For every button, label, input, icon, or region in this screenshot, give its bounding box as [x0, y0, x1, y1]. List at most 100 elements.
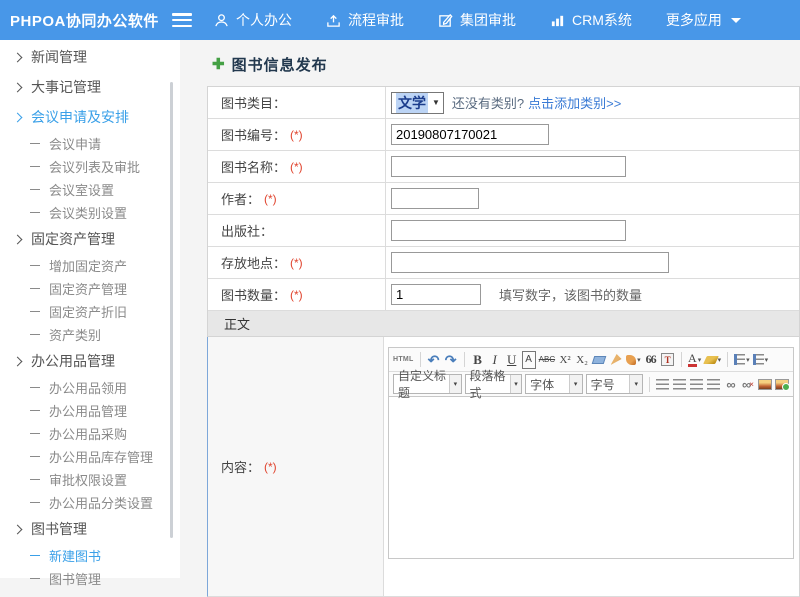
field-label: 作者： [221, 189, 260, 208]
quantity-input[interactable] [391, 284, 481, 305]
sidebar-item-meeting-room[interactable]: 会议室设置 [0, 178, 180, 201]
undo-icon[interactable]: ↶ [427, 351, 441, 369]
custom-title-select[interactable]: 自定义标题 ▾ [393, 374, 462, 394]
unordered-list-icon[interactable]: ▾ [753, 351, 769, 369]
topnav-crm[interactable]: CRM系统 [550, 10, 632, 30]
field-label: 存放地点： [221, 253, 286, 272]
paste-from-word-icon[interactable]: T [661, 351, 675, 369]
sidebar-item-supplies-manage[interactable]: 办公用品管理 [0, 399, 180, 422]
add-category-link[interactable]: 点击添加类别>> [528, 93, 621, 112]
menu-toggle-icon[interactable] [172, 13, 192, 27]
sidebar-item-approval-permission[interactable]: 审批权限设置 [0, 468, 180, 491]
sidebar-item-asset-manage[interactable]: 固定资产管理 [0, 277, 180, 300]
editor-content-area[interactable] [388, 397, 794, 559]
font-color-button[interactable]: A▾ [688, 351, 702, 369]
editor-toolbar: HTML ↶ ↷ B I U A ABC X² X₂ [388, 347, 794, 397]
eraser-icon[interactable] [592, 351, 606, 369]
remove-format-icon[interactable] [609, 351, 623, 369]
sidebar-group-meeting[interactable]: 会议申请及安排 [0, 102, 180, 132]
field-label: 图书名称： [221, 157, 286, 176]
chevron-right-icon [13, 52, 23, 62]
form-row-publisher: 出版社： [208, 215, 799, 247]
sidebar-item-supplies-claim[interactable]: 办公用品领用 [0, 376, 180, 399]
required-mark: (*) [264, 460, 277, 474]
author-input[interactable] [391, 188, 479, 209]
align-justify-icon[interactable] [707, 375, 721, 393]
superscript-button[interactable]: X² [558, 351, 572, 369]
html-source-button[interactable]: HTML [393, 351, 414, 369]
align-right-icon[interactable] [690, 375, 704, 393]
blockquote-button[interactable]: 66 [644, 351, 658, 369]
topnav-process-approval[interactable]: 流程审批 [326, 10, 404, 30]
sidebar-item-asset-category[interactable]: 资产类别 [0, 323, 180, 346]
topnav-personal-office[interactable]: 个人办公 [214, 10, 292, 30]
sidebar-group-memorabilia[interactable]: 大事记管理 [0, 72, 180, 102]
ordered-list-icon[interactable]: ▾ [734, 351, 750, 369]
font-family-select[interactable]: 字体 ▾ [525, 374, 583, 394]
dash-icon [30, 143, 40, 144]
insert-link-icon[interactable]: ∞ [724, 375, 738, 393]
sidebar-group-assets[interactable]: 固定资产管理 [0, 224, 180, 254]
user-icon [214, 13, 229, 28]
topnav-label: CRM系统 [572, 10, 632, 30]
sidebar-item-supplies-stock[interactable]: 办公用品库存管理 [0, 445, 180, 468]
caret-down-icon [731, 18, 741, 23]
dash-icon [30, 288, 40, 289]
main-content: ✚ 图书信息发布 图书类目： 文学 ▼ 还没有类别? 点击添加类别>> 图书编号… [180, 40, 800, 578]
sidebar-item-book-new[interactable]: 新建图书 [0, 544, 180, 567]
sidebar-group-office-supplies[interactable]: 办公用品管理 [0, 346, 180, 376]
sidebar-group-books[interactable]: 图书管理 [0, 514, 180, 544]
dash-icon [30, 212, 40, 213]
bold-button[interactable]: B [471, 351, 485, 369]
quantity-hint: 填写数字，该图书的数量 [499, 285, 642, 304]
topnav-label: 集团审批 [460, 10, 516, 30]
sidebar-item-book-manage[interactable]: 图书管理 [0, 567, 180, 590]
sidebar-item-meeting-list[interactable]: 会议列表及审批 [0, 155, 180, 178]
topnav-more-apps[interactable]: 更多应用 [666, 10, 741, 30]
strikethrough-button[interactable]: ABC [539, 351, 555, 369]
sidebar-item-asset-depreciation[interactable]: 固定资产折旧 [0, 300, 180, 323]
align-left-icon[interactable] [656, 375, 670, 393]
align-center-icon[interactable] [673, 375, 687, 393]
insert-media-icon[interactable] [775, 375, 789, 393]
required-mark: (*) [264, 192, 277, 206]
category-select[interactable]: 文学 ▼ [391, 92, 444, 114]
font-size-select[interactable]: 字号 ▾ [586, 374, 644, 394]
form-row-author: 作者： (*) [208, 183, 799, 215]
font-border-button[interactable]: A [522, 351, 536, 369]
redo-icon[interactable]: ↷ [444, 351, 458, 369]
form-row-book-number: 图书编号： (*) [208, 119, 799, 151]
italic-button[interactable]: I [488, 351, 502, 369]
app-brand: PHPOA协同办公软件 [0, 10, 160, 31]
sidebar-item-meeting-apply[interactable]: 会议申请 [0, 132, 180, 155]
location-input[interactable] [391, 252, 669, 273]
underline-button[interactable]: U [505, 351, 519, 369]
subscript-button[interactable]: X₂ [575, 351, 589, 369]
required-mark: (*) [290, 288, 303, 302]
select-caret-icon: ▼ [432, 98, 440, 107]
dash-icon [30, 311, 40, 312]
required-mark: (*) [290, 128, 303, 142]
topnav-group-approval[interactable]: 集团审批 [438, 10, 516, 30]
highlight-color-icon[interactable]: ▾ [705, 351, 722, 369]
dash-icon [30, 189, 40, 190]
book-number-input[interactable] [391, 124, 549, 145]
format-painter-icon[interactable]: ▾ [626, 351, 641, 369]
process-icon [326, 13, 341, 28]
sidebar-item-asset-add[interactable]: 增加固定资产 [0, 254, 180, 277]
plus-icon: ✚ [212, 57, 225, 72]
remove-link-icon[interactable]: ∞× [741, 375, 755, 393]
sidebar-item-supplies-purchase[interactable]: 办公用品采购 [0, 422, 180, 445]
book-name-input[interactable] [391, 156, 626, 177]
sidebar-item-supplies-category[interactable]: 办公用品分类设置 [0, 491, 180, 514]
publisher-input[interactable] [391, 220, 626, 241]
sidebar-item-meeting-category[interactable]: 会议类别设置 [0, 201, 180, 224]
form-row-category: 图书类目： 文学 ▼ 还没有类别? 点击添加类别>> [208, 87, 799, 119]
sidebar-group-news[interactable]: 新闻管理 [0, 42, 180, 72]
insert-image-icon[interactable] [758, 375, 772, 393]
sidebar-scrollbar[interactable] [170, 82, 173, 538]
dash-icon [30, 456, 40, 457]
no-category-text: 还没有类别? [452, 93, 524, 112]
paragraph-format-select[interactable]: 段落格式 ▾ [465, 374, 523, 394]
field-label: 图书数量： [221, 285, 286, 304]
